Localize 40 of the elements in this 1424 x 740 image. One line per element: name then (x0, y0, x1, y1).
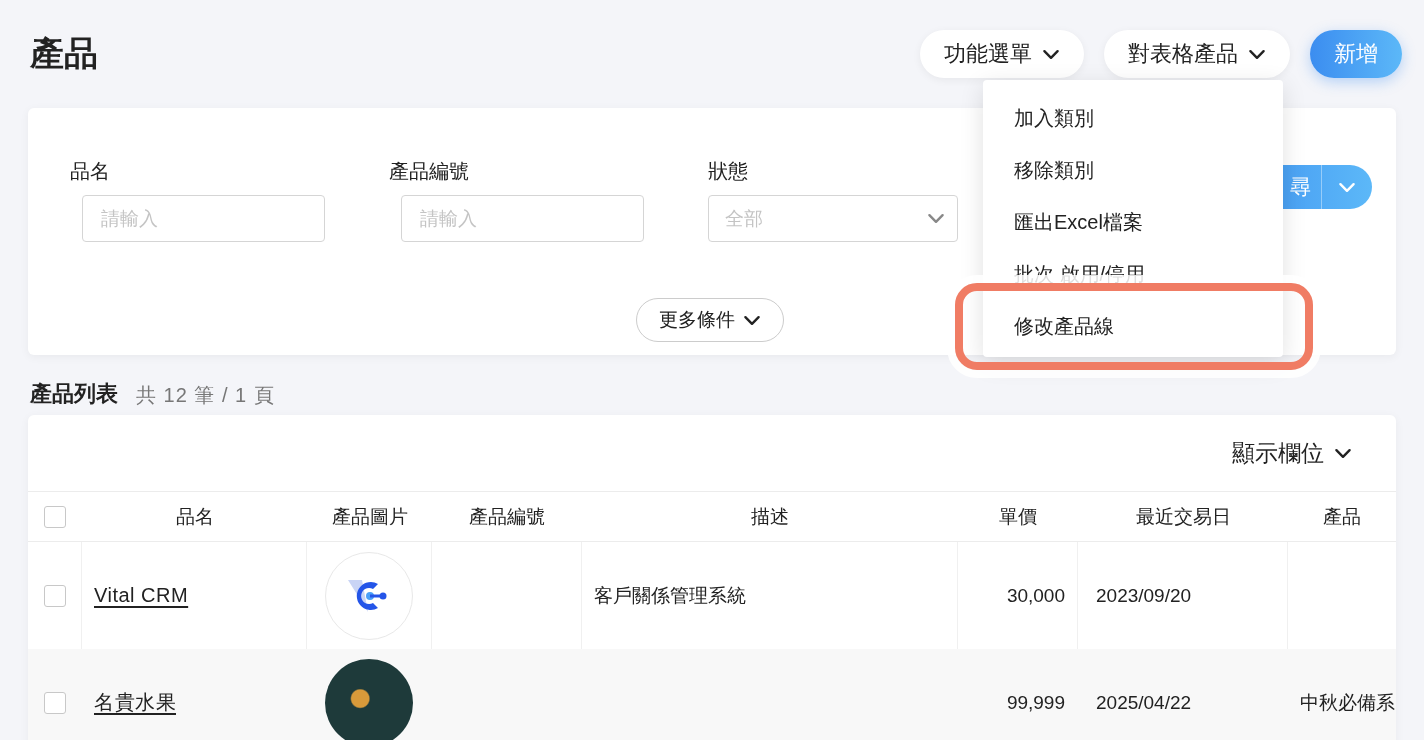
page-title: 產品 (30, 33, 99, 74)
chevron-down-icon (1248, 48, 1266, 60)
dropdown-button[interactable]: 功能選單 (920, 30, 1084, 78)
product-name-link[interactable]: 名貴水果 (94, 689, 176, 716)
select-all-checkbox[interactable] (44, 505, 66, 528)
column-header[interactable]: 單價 (958, 492, 1078, 542)
table-cell-text: 客戶關係管理系統 (594, 583, 746, 608)
text-input[interactable]: 請輸入 (401, 195, 644, 242)
column-header[interactable]: 描述 (582, 492, 958, 542)
chevron-down-icon (1334, 447, 1352, 459)
field-label: 狀態 (708, 159, 749, 184)
menu-item[interactable]: 匯出Excel檔案 (983, 196, 1283, 248)
list-title: 產品列表 (30, 380, 118, 408)
product-name-link[interactable]: Vital CRM (94, 584, 189, 607)
menu-item[interactable]: 修改產品線 (983, 300, 1283, 352)
text-input[interactable]: 請輸入 (82, 195, 325, 242)
table-cell: 30,000 (1006, 584, 1065, 607)
field-label: 產品編號 (389, 159, 470, 184)
table-cell: 2025/04/22 (1096, 691, 1192, 714)
column-header[interactable]: 產品編號 (432, 492, 582, 542)
field-label: 品名 (70, 159, 111, 184)
chevron-down-icon (743, 314, 761, 326)
table-cell: 2023/09/20 (1096, 584, 1192, 607)
column-header[interactable]: 產品 (1288, 492, 1396, 542)
chevron-down-icon (1338, 181, 1356, 193)
table-cell-text: 中秋必備系 (1300, 690, 1395, 715)
chevron-down-icon (1042, 48, 1060, 60)
more-conditions-button[interactable]: 更多條件 (636, 298, 784, 342)
column-header[interactable]: 最近交易日 (1078, 492, 1288, 542)
row-checkbox[interactable] (43, 584, 66, 607)
list-count: 共 12 筆 / 1 頁 (136, 383, 275, 408)
column-toggle-button[interactable]: 顯示欄位 (1226, 436, 1358, 470)
dropdown-button[interactable]: 對表格產品 (1104, 30, 1290, 78)
menu-item[interactable]: 加入類別 (983, 92, 1283, 144)
column-header[interactable]: 產品圖片 (307, 492, 432, 542)
column-header[interactable]: 品名 (82, 492, 307, 542)
menu-item[interactable]: 移除類別 (983, 144, 1283, 196)
row-checkbox[interactable] (43, 691, 66, 714)
chevron-down-icon (927, 213, 945, 224)
table-cell: 99,999 (1006, 691, 1065, 714)
